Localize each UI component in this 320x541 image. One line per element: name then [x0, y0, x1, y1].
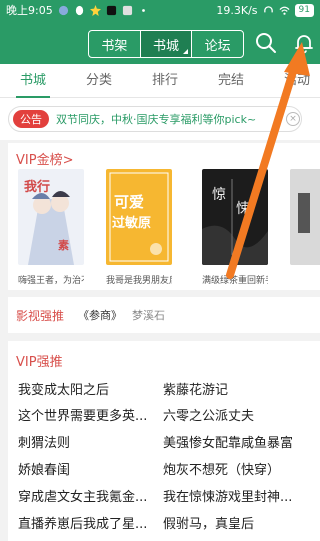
headphones-icon	[263, 5, 273, 12]
book-card[interactable]: 可爱 过敏原 我哥是我男朋友后	[106, 169, 172, 286]
book-title: 满级绿茶重回新手	[202, 276, 268, 286]
list-item[interactable]: 六零之公派丈夫	[163, 405, 317, 424]
list-item[interactable]: 直播养崽后我成了星...	[18, 513, 164, 532]
drama-recommend[interactable]: 影视强推 《参商》 梦溪石	[8, 297, 320, 333]
seg-bookshelf[interactable]: 书架	[89, 31, 141, 57]
qq-icon	[75, 5, 83, 15]
book-cover	[290, 169, 320, 265]
bell-icon[interactable]	[292, 31, 316, 55]
book-cover: 我行 素	[18, 169, 84, 265]
svg-text:可爱: 可爱	[114, 193, 144, 211]
vip-gold-list-title[interactable]: VIP金榜>	[16, 149, 73, 168]
svg-text:惊: 惊	[212, 187, 226, 203]
network-speed: 19.3K/s	[216, 3, 258, 17]
book-cover: 可爱 过敏原	[106, 169, 172, 265]
book-card[interactable]: 我行 素 嗨强王者，为治不	[18, 169, 84, 286]
tiktok-icon	[106, 5, 116, 15]
notice-badge: 公告	[13, 110, 49, 128]
tab-ranking[interactable]: 排行	[132, 64, 198, 98]
more-notifications-icon	[141, 8, 145, 12]
notice-text: 双节同庆，中秋·国庆专享福利等你pick~	[56, 113, 257, 126]
chat-icon	[58, 5, 68, 15]
list-item[interactable]: 我在惊悚游戏里封神...	[163, 486, 317, 505]
svg-text:悚: 悚	[236, 201, 250, 217]
list-item[interactable]: 假驸马，真皇后	[163, 513, 317, 532]
battery-level: 91	[294, 3, 314, 17]
tab-bookstore[interactable]: 书城	[0, 64, 66, 98]
search-icon[interactable]	[254, 31, 278, 55]
wifi-icon	[279, 6, 290, 15]
notice-close-button[interactable]: ×	[286, 112, 300, 126]
svg-text:过敏原: 过敏原	[112, 215, 151, 231]
app-header: 书架 书城 论坛	[0, 20, 320, 64]
book-cover: 惊 悚	[202, 169, 268, 265]
book-title: 我哥是我男朋友后	[106, 276, 172, 286]
drama-title: 影视强推	[16, 308, 65, 323]
book-card[interactable]	[290, 169, 320, 269]
tab-completed[interactable]: 完结	[198, 64, 264, 98]
main-segmented-control: 书架 书城 论坛	[88, 30, 244, 58]
tab-activity[interactable]: 活动	[264, 64, 320, 98]
vip-gold-list: VIP金榜> 我行 素 嗨强王者，为治不 可爱 过敏原 我哥是我男朋友后 惊 悚…	[8, 143, 320, 290]
seg-forum[interactable]: 论坛	[192, 31, 243, 57]
book-title: 嗨强王者，为治不	[18, 276, 84, 286]
category-tabs: 书城 分类 排行 完结 活动	[0, 64, 320, 98]
notice-banner[interactable]: 公告 双节同庆，中秋·国庆专享福利等你pick~	[8, 106, 302, 132]
star-icon	[89, 4, 101, 16]
vip-recommend-title: VIP强推	[16, 355, 63, 370]
list-item[interactable]: 我变成太阳之后	[18, 379, 164, 398]
svg-text:素: 素	[58, 238, 69, 252]
svg-text:我行: 我行	[24, 179, 50, 195]
drama-book[interactable]: 《参商》	[78, 307, 122, 323]
drama-author: 梦溪石	[132, 309, 166, 322]
list-item[interactable]: 娇娘春闺	[18, 459, 164, 478]
app-icon	[122, 5, 132, 15]
list-item[interactable]: 美强惨女配靠咸鱼暴富	[163, 432, 317, 451]
seg-bookstore[interactable]: 书城	[140, 31, 193, 57]
list-item[interactable]: 紫藤花游记	[163, 379, 317, 398]
vip-recommend: VIP强推 我变成太阳之后 这个世界需要更多英... 刺猬法则 娇娘春闺 穿成虐…	[8, 341, 320, 541]
list-item[interactable]: 这个世界需要更多英...	[18, 405, 164, 424]
book-card[interactable]: 惊 悚 满级绿茶重回新手	[202, 169, 268, 286]
tab-category[interactable]: 分类	[66, 64, 132, 98]
notice-area: 公告 双节同庆，中秋·国庆专享福利等你pick~ ×	[0, 98, 320, 140]
list-item[interactable]: 炮灰不想死（快穿）	[163, 459, 317, 478]
list-item[interactable]: 刺猬法则	[18, 432, 164, 451]
status-bar: 晚上9:05 19.3K/s 91	[0, 0, 320, 20]
list-item[interactable]: 穿成虐文女主我氪金...	[18, 486, 164, 505]
status-time: 晚上9:05	[6, 4, 53, 17]
